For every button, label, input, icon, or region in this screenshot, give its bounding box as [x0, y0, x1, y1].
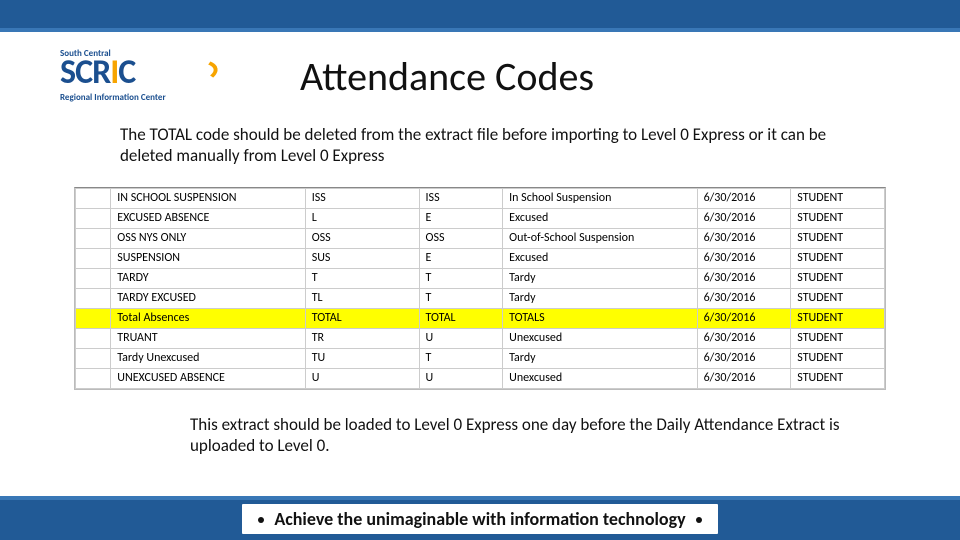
- table-cell: 6/30/2016: [697, 208, 791, 228]
- table-row: EXCUSED ABSENCELEExcused6/30/2016STUDENT: [76, 208, 885, 228]
- table-cell: STUDENT: [791, 308, 885, 328]
- table-cell: Excused: [503, 208, 697, 228]
- table-cell: 6/30/2016: [697, 328, 791, 348]
- table-cell: OSS: [305, 228, 419, 248]
- table-cell: 6/30/2016: [697, 188, 791, 208]
- table-cell: [76, 308, 111, 328]
- table-row: TARDYTTTardy6/30/2016STUDENT: [76, 268, 885, 288]
- table-cell: T: [419, 348, 503, 368]
- intro-text: The TOTAL code should be deleted from th…: [0, 120, 960, 167]
- table-cell: [76, 208, 111, 228]
- table-cell: EXCUSED ABSENCE: [111, 208, 305, 228]
- table-row: UNEXCUSED ABSENCEUUUnexcused6/30/2016STU…: [76, 368, 885, 388]
- table-row: TARDY EXCUSEDTLTTardy6/30/2016STUDENT: [76, 288, 885, 308]
- table-row: OSS NYS ONLYOSSOSSOut-of-School Suspensi…: [76, 228, 885, 248]
- table-cell: U: [419, 328, 503, 348]
- table-cell: 6/30/2016: [697, 248, 791, 268]
- table-cell: STUDENT: [791, 228, 885, 248]
- table-cell: TOTALS: [503, 308, 697, 328]
- table-cell: IN SCHOOL SUSPENSION: [111, 188, 305, 208]
- table-cell: E: [419, 208, 503, 228]
- table-cell: 6/30/2016: [697, 348, 791, 368]
- motto-text: Achieve the unimaginable with informatio…: [274, 508, 685, 530]
- table-cell: OSS NYS ONLY: [111, 228, 305, 248]
- table-cell: STUDENT: [791, 368, 885, 388]
- table-row: SUSPENSIONSUSEExcused6/30/2016STUDENT: [76, 248, 885, 268]
- table-cell: E: [419, 248, 503, 268]
- table-cell: ISS: [305, 188, 419, 208]
- logo-swoosh-icon: [153, 55, 220, 94]
- table-cell: ISS: [419, 188, 503, 208]
- table-row: Total AbsencesTOTALTOTALTOTALS6/30/2016S…: [76, 308, 885, 328]
- table-cell: UNEXCUSED ABSENCE: [111, 368, 305, 388]
- table-cell: 6/30/2016: [697, 368, 791, 388]
- bullet-icon: [258, 517, 264, 523]
- table-cell: Tardy: [503, 288, 697, 308]
- table-cell: [76, 368, 111, 388]
- page-title: Attendance Codes: [220, 46, 920, 101]
- top-bar: [0, 0, 960, 32]
- table-cell: In School Suspension: [503, 188, 697, 208]
- scric-logo: South Central SCRIC Regional Information…: [60, 46, 220, 116]
- table-cell: [76, 188, 111, 208]
- table-cell: Unexcused: [503, 328, 697, 348]
- table-cell: Total Absences: [111, 308, 305, 328]
- table-cell: SUSPENSION: [111, 248, 305, 268]
- table-cell: U: [305, 368, 419, 388]
- table-cell: TR: [305, 328, 419, 348]
- table-cell: Tardy Unexcused: [111, 348, 305, 368]
- table-cell: [76, 348, 111, 368]
- table-cell: STUDENT: [791, 188, 885, 208]
- table-cell: STUDENT: [791, 248, 885, 268]
- logo-tagline: Regional Information Center: [60, 92, 166, 103]
- table-cell: [76, 228, 111, 248]
- table-cell: TARDY: [111, 268, 305, 288]
- table-cell: [76, 288, 111, 308]
- table-cell: STUDENT: [791, 288, 885, 308]
- table-cell: TOTAL: [305, 308, 419, 328]
- table-cell: [76, 248, 111, 268]
- table-cell: OSS: [419, 228, 503, 248]
- table-cell: Tardy: [503, 268, 697, 288]
- table-cell: Out-of-School Suspension: [503, 228, 697, 248]
- table-cell: T: [419, 268, 503, 288]
- table-cell: [76, 268, 111, 288]
- table-cell: SUS: [305, 248, 419, 268]
- table-cell: L: [305, 208, 419, 228]
- table-cell: TARDY EXCUSED: [111, 288, 305, 308]
- table-cell: TL: [305, 288, 419, 308]
- table-cell: 6/30/2016: [697, 288, 791, 308]
- motto: Achieve the unimaginable with informatio…: [0, 504, 960, 534]
- table-cell: Tardy: [503, 348, 697, 368]
- table-cell: Excused: [503, 248, 697, 268]
- bullet-icon: [696, 517, 702, 523]
- table-cell: [76, 328, 111, 348]
- table-cell: 6/30/2016: [697, 268, 791, 288]
- table-cell: T: [305, 268, 419, 288]
- table-cell: Unexcused: [503, 368, 697, 388]
- table-cell: TRUANT: [111, 328, 305, 348]
- note-text: This extract should be loaded to Level 0…: [0, 390, 960, 457]
- table-cell: 6/30/2016: [697, 308, 791, 328]
- table-cell: TOTAL: [419, 308, 503, 328]
- table-cell: STUDENT: [791, 328, 885, 348]
- table-cell: STUDENT: [791, 208, 885, 228]
- logo-main-text: SCRIC: [60, 56, 135, 90]
- table-cell: T: [419, 288, 503, 308]
- table-row: TRUANTTRUUnexcused6/30/2016STUDENT: [76, 328, 885, 348]
- table-cell: 6/30/2016: [697, 228, 791, 248]
- table-row: Tardy UnexcusedTUTTardy6/30/2016STUDENT: [76, 348, 885, 368]
- table-cell: TU: [305, 348, 419, 368]
- table-cell: U: [419, 368, 503, 388]
- table-row: IN SCHOOL SUSPENSIONISSISSIn School Susp…: [76, 188, 885, 208]
- codes-table: IN SCHOOL SUSPENSIONISSISSIn School Susp…: [74, 187, 886, 390]
- header: South Central SCRIC Regional Information…: [0, 32, 960, 120]
- table-cell: STUDENT: [791, 348, 885, 368]
- table-cell: STUDENT: [791, 268, 885, 288]
